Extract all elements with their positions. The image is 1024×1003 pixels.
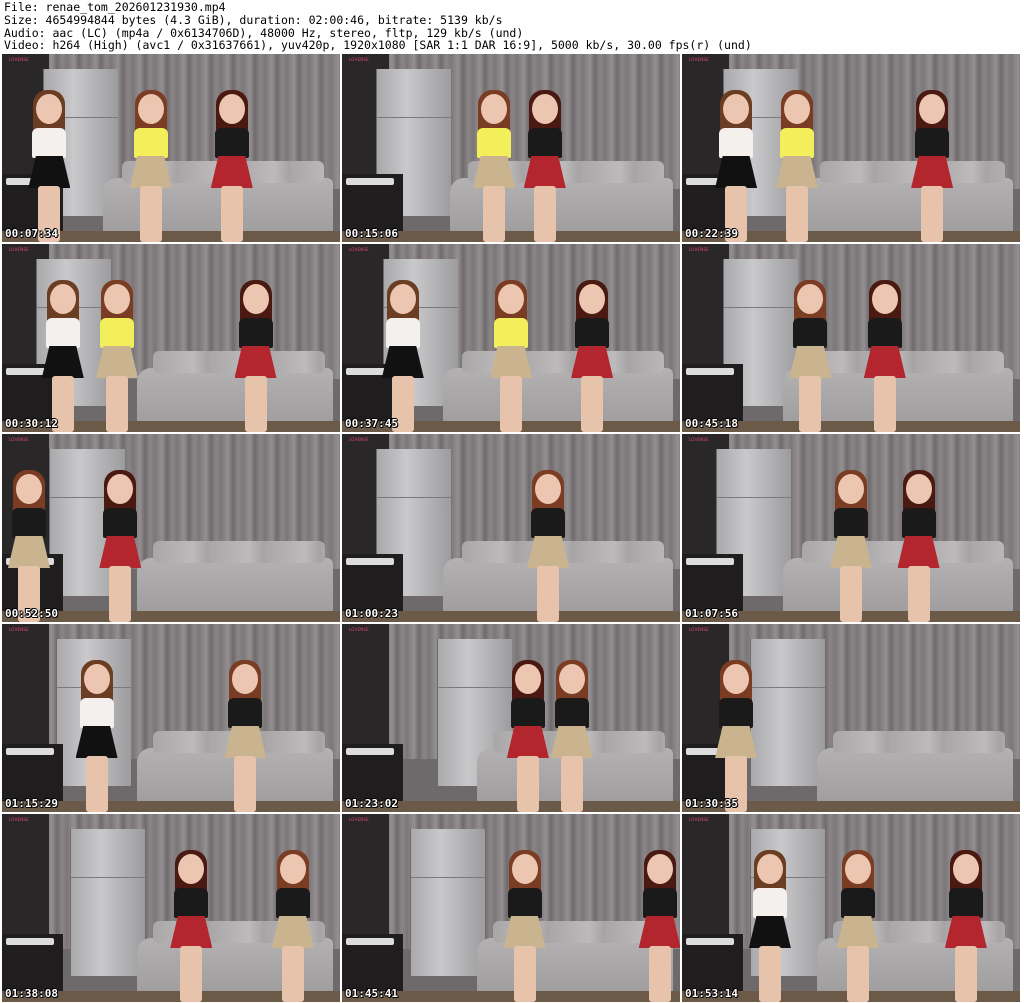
person-figure [221,660,269,812]
person-figure [379,280,427,432]
person-figure [786,280,834,432]
person-figure [127,90,175,242]
person-figure [548,660,596,812]
video-frame-image [682,624,1020,812]
person-figure [501,850,549,1002]
video-frame-image [342,54,680,242]
person-figure [208,90,256,242]
timestamp-label: 00:07:34 [5,227,58,240]
timestamp-label: 01:23:02 [345,797,398,810]
refrigerator [749,639,826,786]
lovense-watermark: LOVENSE [9,817,29,822]
video-frame-image [2,244,340,432]
person-figure [470,90,518,242]
video-frame-image [342,814,680,1002]
thumbnail-frame: LOVENSE 01:45:41 [342,814,680,1002]
person-figure [942,850,990,1002]
timestamp-label: 01:45:41 [345,987,398,1000]
refrigerator [409,829,486,976]
person-figure [232,280,280,432]
video-info-line: Video: h264 (High) (avc1 / 0x31637661), … [4,38,752,52]
timestamp-label: 01:30:35 [685,797,738,810]
person-figure [861,280,909,432]
lovense-watermark: LOVENSE [349,247,369,252]
thumbnail-frame: LOVENSE 00:52:50 [2,434,340,622]
person-figure [504,660,552,812]
video-frame-image [342,434,680,622]
video-frame-image [2,434,340,622]
lovense-watermark: LOVENSE [9,627,29,632]
lovense-watermark: LOVENSE [349,627,369,632]
lovense-watermark: LOVENSE [349,437,369,442]
thumbnail-frame: LOVENSE 00:22:39 [682,54,1020,242]
thumbnail-frame: LOVENSE 00:45:18 [682,244,1020,432]
video-frame-image [682,244,1020,432]
video-frame-image [2,54,340,242]
person-figure [712,660,760,812]
lovense-watermark: LOVENSE [9,57,29,62]
thumbnail-grid: LOVENSE 00:07:34 LOVENSE 00:15:06 LOVENSE 00:… [0,52,1024,1003]
person-figure [834,850,882,1002]
person-figure [773,90,821,242]
thumbnail-frame: LOVENSE 00:15:06 [342,54,680,242]
timestamp-label: 00:52:50 [5,607,58,620]
thumbnail-frame: LOVENSE 01:15:29 [2,624,340,812]
timestamp-label: 01:15:29 [5,797,58,810]
timestamp-label: 00:22:39 [685,227,738,240]
person-figure [5,470,53,622]
person-figure [895,470,943,622]
lovense-watermark: LOVENSE [9,437,29,442]
video-frame-image [342,624,680,812]
person-figure [93,280,141,432]
person-figure [712,90,760,242]
lovense-watermark: LOVENSE [689,817,709,822]
thumbnail-frame: LOVENSE 01:53:14 [682,814,1020,1002]
lovense-watermark: LOVENSE [689,247,709,252]
timestamp-label: 01:38:08 [5,987,58,1000]
timestamp-label: 00:37:45 [345,417,398,430]
person-figure [524,470,572,622]
person-figure [746,850,794,1002]
lovense-watermark: LOVENSE [689,627,709,632]
thumbnail-frame: LOVENSE 01:38:08 [2,814,340,1002]
lovense-watermark: LOVENSE [9,247,29,252]
timestamp-label: 00:45:18 [685,417,738,430]
person-figure [39,280,87,432]
person-figure [636,850,680,1002]
person-figure [827,470,875,622]
person-figure [25,90,73,242]
timestamp-label: 01:07:56 [685,607,738,620]
lovense-watermark: LOVENSE [689,437,709,442]
person-figure [73,660,121,812]
person-figure [167,850,215,1002]
timestamp-label: 01:00:23 [345,607,398,620]
thumbnail-frame: LOVENSE 01:23:02 [342,624,680,812]
file-info-header: File: renae_tom_202601231930.mp4 Size: 4… [0,0,1024,52]
person-figure [908,90,956,242]
person-figure [487,280,535,432]
video-frame-image [682,814,1020,1002]
refrigerator [69,829,146,976]
lovense-watermark: LOVENSE [349,57,369,62]
thumbnail-frame: LOVENSE 01:30:35 [682,624,1020,812]
thumbnail-frame: LOVENSE 00:37:45 [342,244,680,432]
timestamp-label: 00:15:06 [345,227,398,240]
lovense-watermark: LOVENSE [689,57,709,62]
video-frame-image [2,814,340,1002]
video-frame-image [2,624,340,812]
person-figure [269,850,317,1002]
timestamp-label: 01:53:14 [685,987,738,1000]
video-frame-image [342,244,680,432]
timestamp-label: 00:30:12 [5,417,58,430]
video-frame-image [682,434,1020,622]
person-figure [568,280,616,432]
thumbnail-frame: LOVENSE 01:07:56 [682,434,1020,622]
thumbnail-frame: LOVENSE 01:00:23 [342,434,680,622]
thumbnail-frame: LOVENSE 00:30:12 [2,244,340,432]
thumbnail-frame: LOVENSE 00:07:34 [2,54,340,242]
person-figure [521,90,569,242]
lovense-watermark: LOVENSE [349,817,369,822]
person-figure [96,470,144,622]
video-frame-image [682,54,1020,242]
